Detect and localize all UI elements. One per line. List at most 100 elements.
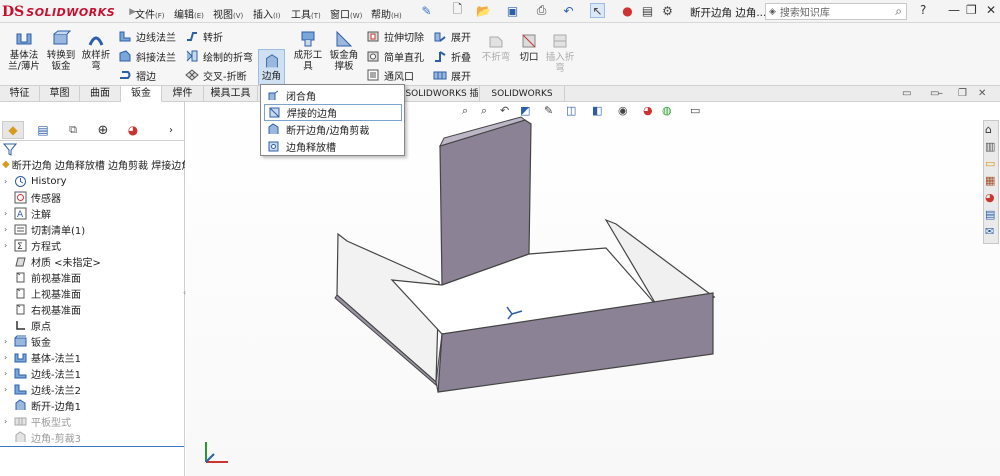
feature-manager-tab[interactable]: ◆ xyxy=(2,121,24,139)
zoom-to-area-icon[interactable]: ⌕ xyxy=(481,104,495,118)
property-manager-tab[interactable]: ▤ xyxy=(32,121,54,139)
tree-item-base-flange1[interactable]: › 基体-法兰1 xyxy=(4,349,81,365)
cross-break-button[interactable]: 交叉-折断 xyxy=(185,67,247,83)
expand-arrow-icon[interactable]: › xyxy=(4,337,14,346)
pin-icon[interactable]: ✎ xyxy=(419,3,434,18)
tab-options-icon[interactable]: ▭ xyxy=(902,88,911,99)
menu-file[interactable]: 文件(F) xyxy=(135,6,165,21)
search-knowledge-base-input[interactable]: ◈ 搜索知识库 ⌕ xyxy=(765,3,907,20)
tree-item-cut-list[interactable]: › 切割清单(1) xyxy=(4,221,85,237)
zoom-to-fit-icon[interactable]: ⌕ xyxy=(462,104,476,118)
view-settings-icon[interactable]: ▭ xyxy=(690,104,704,118)
tab-mold-tools[interactable]: 模具工具 xyxy=(204,86,258,102)
apply-scene-icon[interactable]: ◍ xyxy=(662,104,676,118)
expand-arrow-icon[interactable]: › xyxy=(4,241,14,250)
select-cursor-icon[interactable]: ↖ xyxy=(590,3,605,18)
tree-item-front-plane[interactable]: 前视基准面 xyxy=(4,269,81,285)
lofted-bend-button[interactable]: 放样折 弯 xyxy=(80,29,112,72)
part-root-node[interactable]: ◆ 断开边角 边角释放槽 边角剪裁 焊接边角 1 xyxy=(2,156,185,172)
open-folder-icon[interactable]: 📂 xyxy=(476,3,491,18)
display-manager-tab[interactable]: ◕ xyxy=(122,121,144,139)
tree-item-corner-trim3[interactable]: 边角-剪裁3 xyxy=(4,429,81,445)
hem-button[interactable]: 褶边 xyxy=(118,67,156,83)
menu-help[interactable]: 帮助(H) xyxy=(371,6,402,21)
tab-surfaces[interactable]: 曲面 xyxy=(80,86,121,102)
flatten-button[interactable]: 展开 xyxy=(433,67,471,83)
menu-item-closed-corner[interactable]: 闭合角 xyxy=(264,87,402,104)
previous-view-icon[interactable]: ↶ xyxy=(500,104,514,118)
dynamic-annotation-icon[interactable]: ✎ xyxy=(544,104,558,118)
fold-button[interactable]: 折叠 xyxy=(433,48,471,64)
simple-hole-button[interactable]: 简单直孔 xyxy=(366,48,424,64)
expand-arrow-icon[interactable]: › xyxy=(4,209,14,218)
expand-arrow-icon[interactable]: › xyxy=(4,353,14,362)
save-icon[interactable]: ▣ xyxy=(505,3,520,18)
sheet-metal-part-model[interactable] xyxy=(186,102,1000,476)
no-bends-button[interactable]: 不折弯 xyxy=(480,31,512,63)
undo-icon[interactable]: ↶ xyxy=(561,3,576,18)
base-flange-button[interactable]: 基体法 兰/薄片 xyxy=(6,29,42,72)
viewport-restore-icon[interactable]: ❐ xyxy=(958,88,967,99)
expand-arrow-icon[interactable]: › xyxy=(4,417,14,426)
tree-item-material[interactable]: 材质 <未指定> xyxy=(4,253,101,269)
configuration-manager-tab[interactable]: ⧉ xyxy=(62,121,84,139)
convert-to-sheet-metal-button[interactable]: 转换到 钣金 xyxy=(44,29,78,72)
solidworks-logo[interactable]: DS SOLIDWORKS ▶ xyxy=(2,4,136,20)
tab-sketch[interactable]: 草图 xyxy=(40,86,80,102)
sketched-bend-button[interactable]: 绘制的折弯 xyxy=(185,48,253,64)
menu-window[interactable]: 窗口(W) xyxy=(330,6,362,21)
new-document-icon[interactable]: 🗋 xyxy=(450,2,465,18)
jog-button[interactable]: 转折 xyxy=(185,28,223,44)
tree-item-edge-flange1[interactable]: › 边线-法兰1 xyxy=(4,365,81,381)
insert-bends-button[interactable]: 插入折 弯 xyxy=(544,31,576,74)
tab-features[interactable]: 特征 xyxy=(0,86,40,102)
forming-tool-button[interactable]: 成形工 具 xyxy=(292,29,324,72)
tree-item-origin[interactable]: 原点 xyxy=(4,317,51,333)
print-icon[interactable]: ⎙ xyxy=(534,3,549,18)
tab-sheet-metal[interactable]: 钣金 xyxy=(121,86,162,102)
help-question-icon[interactable]: ? xyxy=(920,3,926,17)
tree-item-sheet-metal[interactable]: › 钣金 xyxy=(4,333,51,349)
sheet-metal-gusset-button[interactable]: 钣金角 撑板 xyxy=(326,29,362,72)
menu-item-break-corner[interactable]: 断开边角/边角剪裁 xyxy=(264,121,402,138)
vent-button[interactable]: 通风口 xyxy=(366,67,414,83)
hide-show-items-icon[interactable]: ◉ xyxy=(618,104,632,118)
display-style-icon[interactable]: ◧ xyxy=(592,104,606,118)
tree-item-right-plane[interactable]: 右视基准面 xyxy=(4,301,81,317)
viewport-close-icon[interactable]: ✕ xyxy=(978,88,986,99)
more-tabs-arrow-icon[interactable]: › xyxy=(164,121,178,139)
rip-button[interactable]: 切口 xyxy=(516,31,542,63)
search-icon[interactable]: ⌕ xyxy=(895,4,902,19)
view-orientation-icon[interactable]: ◫ xyxy=(566,104,580,118)
dimxpert-manager-tab[interactable]: ⊕ xyxy=(92,121,114,139)
unfold-button[interactable]: 展开 xyxy=(433,28,471,44)
menu-edit[interactable]: 编辑(E) xyxy=(174,6,204,21)
menu-view[interactable]: 视图(V) xyxy=(213,6,243,21)
view-palette-icon[interactable]: ▦ xyxy=(985,174,998,187)
solidworks-resources-icon[interactable]: ⌂ xyxy=(985,123,998,136)
tree-item-sensors[interactable]: 传感器 xyxy=(4,189,61,205)
options-gear-icon[interactable]: ⚙ xyxy=(660,3,675,18)
extruded-cut-button[interactable]: 拉伸切除 xyxy=(366,28,424,44)
tree-item-annotations[interactable]: › A 注解 xyxy=(4,205,51,221)
tab-solidworks-mbd[interactable]: SOLIDWORKS MBD xyxy=(480,86,565,115)
expand-arrow-icon[interactable]: › xyxy=(4,177,14,186)
forum-icon[interactable]: ✉ xyxy=(985,225,998,238)
section-view-icon[interactable]: ◩ xyxy=(520,104,534,118)
tree-item-history[interactable]: › History xyxy=(4,173,67,189)
tree-item-edge-flange2[interactable]: › 边线-法兰2 xyxy=(4,381,81,397)
expand-arrow-icon[interactable]: › xyxy=(4,369,14,378)
custom-properties-icon[interactable]: ▤ xyxy=(985,208,998,221)
miter-flange-button[interactable]: 斜接法兰 xyxy=(118,48,176,64)
edit-appearance-icon[interactable]: ◕ xyxy=(643,104,657,118)
file-explorer-icon[interactable]: ▭ xyxy=(985,157,998,170)
rebuild-icon[interactable]: ● xyxy=(620,3,635,18)
menu-item-welded-corner[interactable]: 焊接的边角 xyxy=(264,104,402,121)
menu-item-corner-relief[interactable]: 边角释放槽 xyxy=(264,138,402,155)
expand-arrow-icon[interactable]: › xyxy=(4,385,14,394)
close-icon[interactable]: ✕ xyxy=(986,3,996,17)
tree-item-flat-pattern[interactable]: › 平板型式 xyxy=(4,413,71,429)
restore-icon[interactable]: ❐ xyxy=(966,3,977,17)
design-library-icon[interactable]: ▥ xyxy=(985,140,998,153)
filter-icon[interactable] xyxy=(3,142,17,156)
